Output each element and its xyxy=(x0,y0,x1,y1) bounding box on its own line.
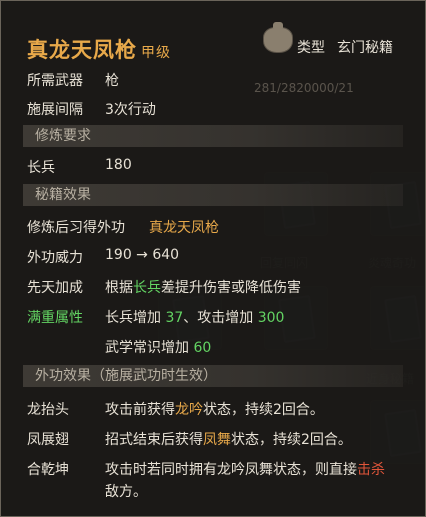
innate-highlight: 长兵 xyxy=(133,280,161,296)
cast-interval-value: 3次行动 xyxy=(105,102,156,118)
skill-text: 攻击时若同时拥有龙吟凤舞状态，则直接 xyxy=(105,462,357,478)
full-attr-value: 300 xyxy=(257,310,285,326)
learn-value: 真龙天凤枪 xyxy=(149,220,219,236)
skill-description: 攻击前获得龙吟状态，持续2回合。 xyxy=(105,399,324,419)
required-weapon-value: 枪 xyxy=(105,73,119,89)
innate-pre: 根据 xyxy=(105,280,133,296)
full-attr-value: 37 xyxy=(165,310,184,326)
full-attr-text: 武学常识增加 xyxy=(105,340,194,356)
requirement-value: 180 xyxy=(105,157,132,173)
power-value: 190 → 640 xyxy=(105,247,180,263)
skill-text: 状态，持续2回合。 xyxy=(231,432,352,448)
learn-label: 修炼后习得外功 xyxy=(27,220,125,236)
cast-interval-label: 施展间隔 xyxy=(27,102,83,118)
skill-label: 合乾坤 xyxy=(27,462,69,478)
type-value: 玄门秘籍 xyxy=(337,40,393,56)
full-attr-text: 、攻击增加 xyxy=(183,310,258,326)
skill-label: 凤展翅 xyxy=(27,432,69,448)
innate-text: 根据长兵差提升伤害或降低伤害 xyxy=(105,277,301,297)
skill-text: 攻击前获得 xyxy=(105,402,175,418)
skill-description: 攻击时若同时拥有龙吟凤舞状态，则直接击杀 xyxy=(105,459,385,479)
innate-post: 差提升伤害或降低伤害 xyxy=(161,280,301,296)
full-attr-line2: 武学常识增加 60 xyxy=(105,337,211,357)
full-attr-text: 长兵增加 xyxy=(105,310,166,326)
skill-highlight: 击杀 xyxy=(357,462,385,478)
full-attr-label: 满重属性 xyxy=(27,310,83,326)
skill-description-cont: 敌方。 xyxy=(105,484,147,500)
skill-highlight: 凤舞 xyxy=(203,432,231,448)
required-weapon-label: 所需武器 xyxy=(27,73,83,89)
skill-highlight: 龙吟 xyxy=(175,402,203,418)
full-attr-value: 60 xyxy=(193,340,212,356)
item-grade: 甲级 xyxy=(141,45,171,61)
section-requirements: 修炼要求 xyxy=(23,125,403,147)
skill-text: 状态，持续2回合。 xyxy=(203,402,324,418)
skill-text: 招式结束后获得 xyxy=(105,432,203,448)
skill-description: 招式结束后获得凤舞状态，持续2回合。 xyxy=(105,429,352,449)
section-effects: 秘籍效果 xyxy=(23,184,403,206)
section-skill-effects: 外功效果（施展武功时生效） xyxy=(23,365,403,387)
item-tooltip: 281/2820000/21 真龙天凤枪 甲级 类型 玄门秘籍 所需武器 枪 施展… xyxy=(0,0,426,517)
full-attr-line1: 长兵增加 37、攻击增加 300 xyxy=(105,307,284,327)
power-label: 外功威力 xyxy=(27,250,83,266)
item-name: 真龙天凤枪 xyxy=(27,38,137,62)
innate-label: 先天加成 xyxy=(27,280,83,296)
type-label: 类型 xyxy=(297,40,325,56)
bag-icon xyxy=(263,22,293,53)
background-counter: 281/2820000/21 xyxy=(254,81,354,95)
skill-label: 龙抬头 xyxy=(27,402,69,418)
requirement-label: 长兵 xyxy=(27,160,55,176)
item-title: 真龙天凤枪 甲级 xyxy=(27,34,171,64)
